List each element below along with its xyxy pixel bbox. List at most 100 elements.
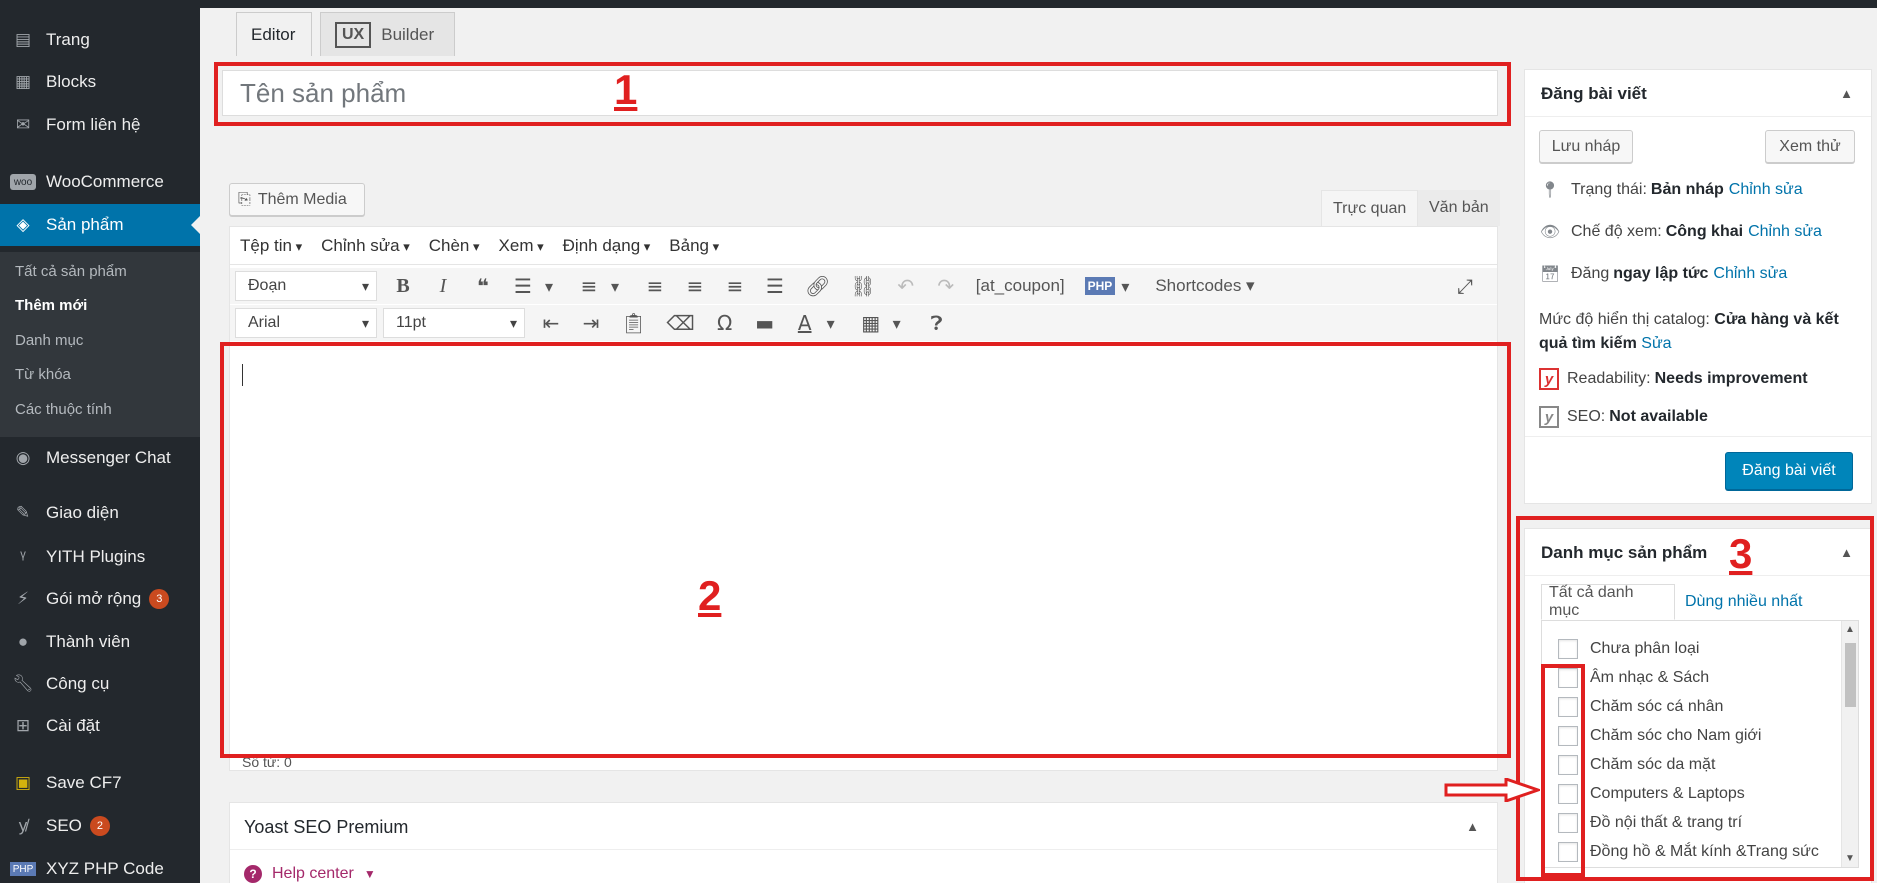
help-icon[interactable]: ❓︎ <box>927 311 947 335</box>
clear-formatting-icon[interactable]: ⌫ <box>666 311 694 335</box>
sidebar-item-users[interactable]: ● Thành viên <box>0 622 200 662</box>
pin-icon: 📍︎ <box>1539 182 1561 199</box>
save-icon: ▣ <box>14 773 32 792</box>
align-center-icon[interactable]: ≡ <box>685 274 705 298</box>
sidebar-item-appearance[interactable]: ✎ Giao diện <box>0 493 200 533</box>
publish-footer-divider <box>1525 436 1871 437</box>
submenu-add-new[interactable]: Thêm mới <box>15 297 87 314</box>
php-code-icon[interactable]: PHP <box>1084 277 1116 295</box>
yoast-panel-toggle-icon[interactable]: ▲ <box>1466 819 1479 834</box>
publish-header-divider <box>1525 116 1871 117</box>
redo-icon[interactable]: ↷ <box>936 274 956 298</box>
submenu-all-products[interactable]: Tất cả sản phẩm <box>15 263 127 280</box>
preview-button[interactable]: Xem thử <box>1765 130 1855 163</box>
edit-status-link[interactable]: Chỉnh sửa <box>1729 181 1803 199</box>
table-dropdown-icon[interactable]: ▾ <box>887 314 907 333</box>
menu-edit[interactable]: Chỉnh sửa <box>321 236 410 256</box>
sidebar-item-products[interactable]: ◈ Sản phẩm <box>0 204 200 246</box>
tab-ux-builder[interactable]: UX Builder <box>320 12 455 56</box>
annotation-arrow-icon <box>1444 778 1540 802</box>
menu-file[interactable]: Tệp tin <box>240 236 302 256</box>
users-icon: ● <box>17 632 29 651</box>
shortcodes-button[interactable]: Shortcodes ▾ <box>1155 276 1254 296</box>
bullet-list-icon[interactable]: ☰ <box>513 274 533 298</box>
bullet-list-dropdown-icon[interactable]: ▾ <box>539 277 559 296</box>
table-icon[interactable]: ▦ <box>861 311 881 335</box>
sidebar-item-xyz-php-code[interactable]: PHP XYZ PHP Code <box>0 849 200 883</box>
link-icon[interactable]: 🔗︎ <box>805 274 830 298</box>
publish-panel: Đăng bài viết ▲ Lưu nháp Xem thử 📍︎ Trạn… <box>1524 69 1872 504</box>
bold-icon[interactable]: B <box>393 275 413 298</box>
horizontal-line-icon[interactable]: ▬ <box>755 311 775 335</box>
sidebar-item-settings[interactable]: ⊞ Cài đặt <box>0 706 200 746</box>
sidebar-item-save-cf7[interactable]: ▣ Save CF7 <box>0 763 200 803</box>
sidebar-item-contact-form[interactable]: ✉ Form liên hệ <box>0 105 200 145</box>
add-media-button[interactable]: ⎘ Thêm Media <box>229 183 365 216</box>
edit-visibility-link[interactable]: Chỉnh sửa <box>1748 223 1822 241</box>
sidebar-item-blocks[interactable]: ▦ Blocks <box>0 62 200 102</box>
help-center-link[interactable]: ? Help center ▼ <box>244 865 376 883</box>
seo-notification-badge: 2 <box>89 816 110 836</box>
appearance-icon: ✎ <box>15 503 31 522</box>
yoast-seo-panel: Yoast SEO Premium ▲ ? Help center ▼ <box>229 802 1498 883</box>
edit-schedule-link[interactable]: Chỉnh sửa <box>1713 265 1787 283</box>
sidebar-item-tools[interactable]: 🔧︎ Công cụ <box>0 664 200 704</box>
menu-insert[interactable]: Chèn <box>429 236 480 256</box>
outdent-icon[interactable]: ⇤ <box>541 311 561 335</box>
text-color-dropdown-icon[interactable]: ▾ <box>821 314 841 333</box>
sidebar-item-seo[interactable]: y̸ SEO 2 <box>0 806 200 846</box>
php-dropdown-icon[interactable]: ▾ <box>1115 277 1135 296</box>
php-icon: PHP <box>10 862 36 876</box>
justify-icon[interactable]: ☰ <box>765 274 785 298</box>
blockquote-icon[interactable]: ❝ <box>473 274 493 298</box>
submenu-categories[interactable]: Danh mục <box>15 332 83 349</box>
products-submenu: Tất cả sản phẩm Thêm mới Danh mục Từ khó… <box>0 252 200 437</box>
sidebar-item-plugins[interactable]: ⚡ Gói mở rộng 3 <box>0 579 200 619</box>
italic-icon[interactable]: I <box>433 275 453 298</box>
menu-format[interactable]: Định dạng <box>563 236 651 256</box>
sidebar-item-woocommerce[interactable]: woo WooCommerce <box>0 162 200 202</box>
menu-table[interactable]: Bảng <box>669 236 719 256</box>
seo-score-row: y SEO: Not available <box>1539 406 1708 428</box>
mail-icon: ✉ <box>15 115 31 134</box>
visibility-row: 👁︎ Chế độ xem: Công khai Chỉnh sửa <box>1539 223 1822 241</box>
numbered-list-dropdown-icon[interactable]: ▾ <box>605 277 625 296</box>
indent-icon[interactable]: ⇥ <box>581 311 601 335</box>
schedule-row: 📅︎ Đăng ngay lập tức Chỉnh sửa <box>1539 265 1788 283</box>
tab-visual[interactable]: Trực quan <box>1321 190 1419 226</box>
annotation-checkbox-column-box <box>1541 664 1585 877</box>
menu-view[interactable]: Xem <box>499 236 544 256</box>
publish-button[interactable]: Đăng bài viết <box>1725 452 1853 490</box>
save-draft-button[interactable]: Lưu nháp <box>1539 130 1633 163</box>
yoast-divider <box>230 849 1497 850</box>
unlink-icon[interactable]: ⛓ <box>850 274 875 298</box>
tab-text[interactable]: Văn bản <box>1418 190 1500 226</box>
status-row: 📍︎ Trạng thái: Bản nháp Chỉnh sửa <box>1539 181 1803 199</box>
submenu-tags[interactable]: Từ khóa <box>15 366 71 383</box>
sidebar-item-pages[interactable]: ▤ Trang <box>0 20 200 60</box>
text-color-icon[interactable]: A <box>795 311 815 335</box>
align-left-icon[interactable]: ≡ <box>645 274 665 298</box>
paste-text-icon[interactable]: 📋︎ <box>621 311 646 335</box>
numbered-list-icon[interactable]: ≡ <box>579 274 599 298</box>
special-character-icon[interactable]: Ω <box>715 311 735 335</box>
align-right-icon[interactable]: ≡ <box>725 274 745 298</box>
font-family-select[interactable]: Arial <box>235 308 377 338</box>
ux-logo-icon: UX <box>335 21 372 48</box>
eye-icon: 👁︎ <box>1539 224 1561 241</box>
fullscreen-icon[interactable]: ⤢ <box>1455 274 1475 298</box>
admin-top-bar <box>0 0 1877 8</box>
sidebar-item-yith-plugins[interactable]: ᵞ YITH Plugins <box>0 537 200 577</box>
annotation-box-2 <box>220 342 1511 758</box>
publish-panel-toggle-icon[interactable]: ▲ <box>1840 86 1853 101</box>
submenu-attributes[interactable]: Các thuộc tính <box>15 401 112 418</box>
yoast-readability-icon: y <box>1539 368 1559 390</box>
paragraph-format-select[interactable]: Đoạn <box>235 271 377 301</box>
tab-editor[interactable]: Editor <box>236 12 312 56</box>
edit-catalog-link[interactable]: Sửa <box>1641 335 1671 352</box>
coupon-shortcode-button[interactable]: [at_coupon] <box>976 276 1065 296</box>
sidebar-item-messenger-chat[interactable]: ◉ Messenger Chat <box>0 438 200 478</box>
undo-icon[interactable]: ↶ <box>896 274 916 298</box>
messenger-icon: ◉ <box>15 448 31 467</box>
font-size-select[interactable]: 11pt <box>383 308 525 338</box>
